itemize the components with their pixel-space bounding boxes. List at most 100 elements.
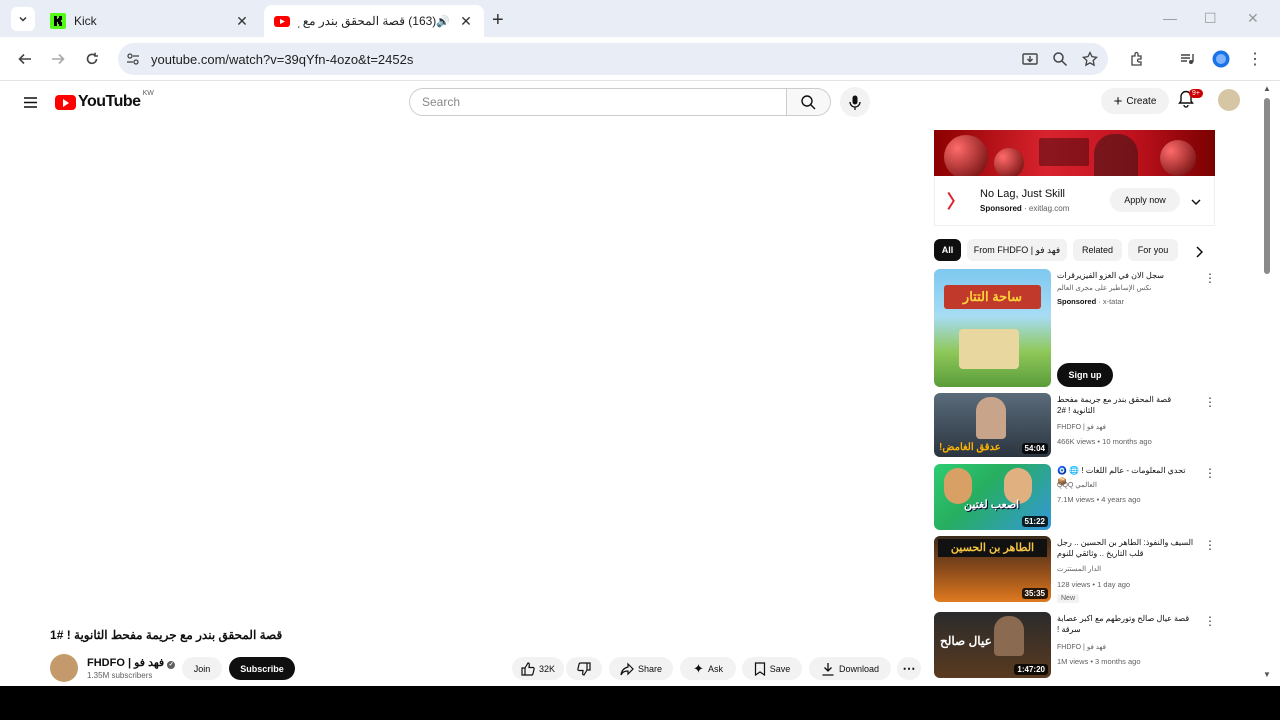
chip-for-you[interactable]: For you (1128, 239, 1178, 261)
filter-chips: All From FHDFO | فهد فو Related For you (934, 239, 1214, 261)
search-button[interactable] (787, 88, 831, 116)
video-title[interactable]: قصة المحقق بندر مع جريمة مفحط الثانوية !… (1057, 394, 1195, 416)
tab-title: Kick (74, 14, 97, 28)
more-options-icon[interactable]: ⋮ (1204, 395, 1216, 409)
scrollbar-thumb[interactable] (1264, 98, 1270, 274)
tab-title: (163) قصة المحقق بندر مع ج (298, 14, 437, 28)
thumbnail[interactable]: ساحة التتار (934, 269, 1051, 387)
chevron-down-icon (19, 16, 27, 22)
chip-related[interactable]: Related (1073, 239, 1122, 261)
tab-youtube[interactable]: (163) قصة المحقق بندر مع ج 🔊 ✕ (264, 5, 484, 37)
close-icon[interactable]: ✕ (234, 13, 250, 30)
create-button[interactable]: + Create (1101, 88, 1169, 114)
exitlag-logo-icon: 〉 (947, 192, 965, 212)
plus-icon: + (1113, 92, 1123, 110)
list-item[interactable]: عدقق الغامض! 54:04 قصة المحقق بندر مع جر… (934, 393, 1216, 457)
video-title[interactable]: السيف والنفوذ: الطاهر بن الحسين .. رجل ق… (1057, 537, 1195, 559)
new-tab-button[interactable]: + (492, 9, 504, 32)
window-close-icon[interactable]: ✕ (1247, 10, 1259, 27)
video-title: قصة المحقق بندر مع جريمة مفحط الثانوية !… (50, 628, 283, 642)
more-horizontal-icon: ⋯ (902, 660, 916, 676)
page-scrollbar[interactable]: ▲ ▼ (1262, 84, 1272, 684)
ask-button[interactable]: ✦ Ask (680, 657, 736, 680)
youtube-logo[interactable]: YouTube KW (55, 90, 154, 111)
video-title[interactable]: سجل الان في الغزو الفيزيرقرات (1057, 270, 1195, 281)
chip-all[interactable]: All (934, 239, 961, 261)
chip-from-channel[interactable]: From FHDFO | فهد فو (967, 239, 1067, 261)
address-bar[interactable]: youtube.com/watch?v=39qYfn-4ozo&t=2452s (118, 43, 1108, 75)
scroll-up-icon[interactable]: ▲ (1263, 84, 1271, 93)
back-icon[interactable] (15, 49, 35, 69)
save-button[interactable]: Save (742, 657, 802, 680)
maximize-icon[interactable]: ☐ (1204, 10, 1217, 27)
apply-now-button[interactable]: Apply now (1110, 188, 1180, 212)
duration-badge: 1:47:20 (1014, 664, 1048, 675)
reload-icon[interactable] (82, 49, 102, 69)
more-options-icon[interactable]: ⋮ (1204, 614, 1216, 628)
search-input[interactable]: Search (409, 88, 787, 116)
browser-window: Kick ✕ (163) قصة المحقق بندر مع ج 🔊 ✕ + … (0, 0, 1280, 686)
avatar[interactable] (1218, 89, 1240, 111)
tab-kick[interactable]: Kick ✕ (40, 5, 260, 37)
duration-badge: 51:22 (1021, 516, 1048, 527)
extensions-icon[interactable] (1127, 49, 1147, 69)
list-item[interactable]: عيال صالح 1:47:20 قصة عيال صالح وتورطهم … (934, 612, 1216, 678)
tab-strip: Kick ✕ (163) قصة المحقق بندر مع ج 🔊 ✕ + … (0, 0, 1280, 37)
list-item[interactable]: اصعب لغتين 51:22 تحدي المعلومات - عالم ا… (934, 464, 1216, 530)
more-options-icon[interactable]: ⋮ (1204, 271, 1216, 285)
video-title[interactable]: قصة عيال صالح وتورطهم مع اكبر عصابة سرقة… (1057, 613, 1195, 635)
thumbnail[interactable]: الطاهر بن الحسين 35:35 (934, 536, 1051, 602)
download-button[interactable]: Download (809, 657, 891, 680)
youtube-favicon-icon (274, 16, 290, 27)
install-app-icon[interactable] (1020, 49, 1040, 69)
hamburger-menu-icon[interactable] (24, 95, 37, 113)
logo-text: YouTube (78, 93, 141, 110)
share-icon (620, 662, 634, 675)
more-options-icon[interactable]: ⋮ (1204, 466, 1216, 480)
more-options-icon[interactable]: ⋮ (1204, 538, 1216, 552)
subscribe-button[interactable]: Subscribe (229, 657, 295, 680)
channel-avatar[interactable] (50, 654, 78, 682)
media-controls-icon[interactable] (1177, 49, 1197, 69)
thumbnail[interactable]: اصعب لغتين 51:22 (934, 464, 1051, 530)
sign-up-button[interactable]: Sign up (1057, 363, 1113, 387)
like-button[interactable]: 32K (512, 657, 564, 680)
video-meta: 7.1M views • 4 years ago (1057, 495, 1141, 504)
video-player[interactable] (5, 121, 915, 621)
video-meta: 1M views • 3 months ago (1057, 657, 1141, 666)
chevron-right-icon[interactable] (1195, 245, 1204, 263)
ad-title: No Lag, Just Skill (980, 188, 1065, 200)
like-count: 32K (538, 663, 555, 674)
more-actions-button[interactable]: ⋯ (897, 657, 921, 680)
speaker-icon[interactable]: 🔊 (436, 15, 450, 28)
channel-name: الدار المستترت (1057, 566, 1102, 573)
thumbnail[interactable]: عدقق الغامض! 54:04 (934, 393, 1051, 457)
dislike-button[interactable] (566, 657, 602, 680)
zoom-icon[interactable] (1050, 49, 1070, 69)
close-icon[interactable]: ✕ (458, 13, 474, 30)
channel-name[interactable]: FHDFO | فهد فو ✓ (87, 656, 176, 669)
profile-icon[interactable] (1211, 49, 1231, 69)
join-button[interactable]: Join (182, 657, 222, 680)
bookmark-star-icon[interactable] (1080, 49, 1100, 69)
video-meta: 128 views • 1 day ago (1057, 580, 1131, 589)
channel-name: QQQ العالمي (1057, 482, 1097, 489)
forward-icon[interactable] (48, 49, 68, 69)
subscriber-count: 1.35M subscribers (87, 671, 153, 680)
download-label: Download (838, 663, 880, 674)
thumbnail[interactable]: عيال صالح 1:47:20 (934, 612, 1051, 678)
voice-search-button[interactable] (840, 87, 870, 117)
chevron-down-icon[interactable] (1191, 193, 1201, 211)
minimize-icon[interactable]: — (1163, 10, 1177, 26)
site-settings-icon[interactable] (126, 52, 140, 66)
list-item[interactable]: ساحة التتار سجل الان في الغزو الفيزيرقرا… (934, 269, 1216, 387)
list-item[interactable]: الطاهر بن الحسين 35:35 السيف والنفوذ: ال… (934, 536, 1216, 604)
tab-search-button[interactable] (11, 7, 35, 31)
menu-kebab-icon[interactable]: ⋮ (1245, 49, 1265, 69)
ad-card[interactable]: 〉 No Lag, Just Skill Sponsored · exitlag… (934, 176, 1215, 226)
share-button[interactable]: Share (609, 657, 673, 680)
youtube-header: YouTube KW Search + Create 9+ (0, 81, 1270, 121)
scroll-down-icon[interactable]: ▼ (1263, 670, 1271, 679)
youtube-play-icon (55, 94, 76, 110)
ad-banner-image[interactable] (934, 130, 1215, 176)
